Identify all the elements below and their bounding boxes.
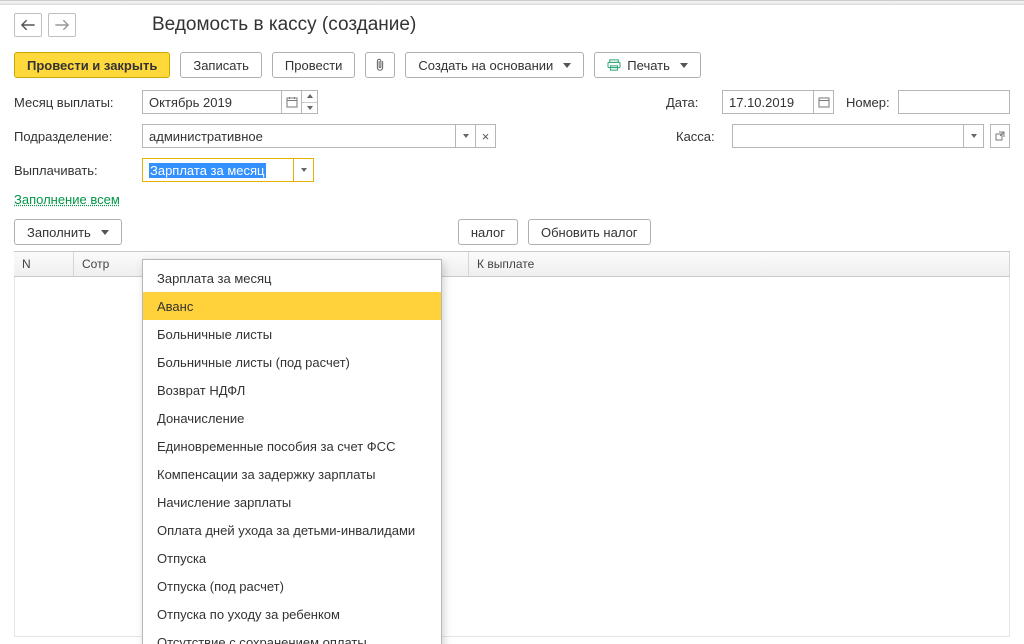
cashbox-open-button[interactable] [990,124,1010,148]
calendar-icon [286,96,298,108]
col-n[interactable]: N [14,252,74,276]
pay-type-field: Зарплата за месяц [142,158,314,182]
month-step-down[interactable] [302,103,317,114]
pay-type-option[interactable]: Больничные листы [143,320,441,348]
pay-type-option[interactable]: Зарплата за месяц [143,264,441,292]
cashbox-input[interactable] [732,124,964,148]
submit-button[interactable]: Провести [272,52,356,78]
pay-type-option[interactable]: Отпуска (под расчет) [143,572,441,600]
department-dropdown-button[interactable] [456,124,476,148]
pay-type-option[interactable]: Возврат НДФЛ [143,376,441,404]
month-stepper [302,90,318,114]
recalc-tax-button[interactable]: Обновить налог [528,219,651,245]
chevron-down-icon [680,63,688,68]
month-input[interactable] [142,90,282,114]
col-amount[interactable]: К выплате [469,252,1010,276]
month-calendar-button[interactable] [282,90,302,114]
pay-type-option[interactable]: Оплата дней ухода за детьми-инвалидами [143,516,441,544]
pay-type-dropdown-button[interactable] [294,158,314,182]
pay-type-option[interactable]: Компенсации за задержку зарплаты [143,460,441,488]
print-button[interactable]: Печать [594,52,701,78]
fill-all-link[interactable]: Заполнение всем [14,192,120,207]
printer-icon [607,59,621,71]
date-input-group [722,90,834,114]
pay-type-option[interactable]: Больничные листы (под расчет) [143,348,441,376]
cashbox-input-group [732,124,984,148]
month-input-group [142,90,318,114]
chevron-down-icon [563,63,571,68]
nav-forward-button[interactable] [48,13,76,37]
fill-button[interactable]: Заполнить [14,219,122,245]
open-external-icon [995,131,1005,141]
date-label: Дата: [666,95,722,110]
number-label: Номер: [846,95,898,110]
date-input[interactable] [722,90,814,114]
table-toolbar: Заполнить налог Обновить налог [0,213,1024,251]
create-based-on-button[interactable]: Создать на основании [405,52,584,78]
pay-type-option[interactable]: Единовременные пособия за счет ФСС [143,432,441,460]
date-calendar-button[interactable] [814,90,834,114]
department-clear-button[interactable]: × [476,124,496,148]
department-label: Подразделение: [14,129,142,144]
pay-type-dropdown-list: Зарплата за месяцАвансБольничные листыБо… [142,259,442,644]
cashbox-label: Касса: [676,129,732,144]
nav-back-button[interactable] [14,13,42,37]
pay-type-option[interactable]: Начисление зарплаты [143,488,441,516]
pay-type-option[interactable]: Аванс [143,292,441,320]
pay-type-option[interactable]: Отпуска [143,544,441,572]
department-input-group: × [142,124,496,148]
navbar: Ведомость в кассу (создание) [0,5,1024,45]
attach-button[interactable] [365,52,395,78]
tax-button[interactable]: налог [458,219,518,245]
pay-type-option[interactable]: Отпуска по уходу за ребенком [143,600,441,628]
paperclip-icon [374,58,386,72]
page-title: Ведомость в кассу (создание) [152,14,416,36]
cashbox-dropdown-button[interactable] [964,124,984,148]
pay-type-value: Зарплата за месяц [149,163,266,178]
calendar-icon [818,96,830,108]
submit-and-close-button[interactable]: Провести и закрыть [14,52,170,78]
pay-type-option[interactable]: Доначисление [143,404,441,432]
fill-label: Заполнить [27,225,91,240]
number-input[interactable] [898,90,1010,114]
pay-type-label: Выплачивать: [14,163,142,178]
chevron-down-icon [101,230,109,235]
save-button[interactable]: Записать [180,52,262,78]
month-step-up[interactable] [302,91,317,103]
main-toolbar: Провести и закрыть Записать Провести Соз… [0,47,1024,83]
pay-type-input[interactable]: Зарплата за месяц [142,158,294,182]
print-label: Печать [627,58,670,73]
department-input[interactable] [142,124,456,148]
pay-type-option[interactable]: Отсутствие с сохранением оплаты [143,628,441,644]
month-label: Месяц выплаты: [14,95,142,110]
create-based-on-label: Создать на основании [418,58,553,73]
